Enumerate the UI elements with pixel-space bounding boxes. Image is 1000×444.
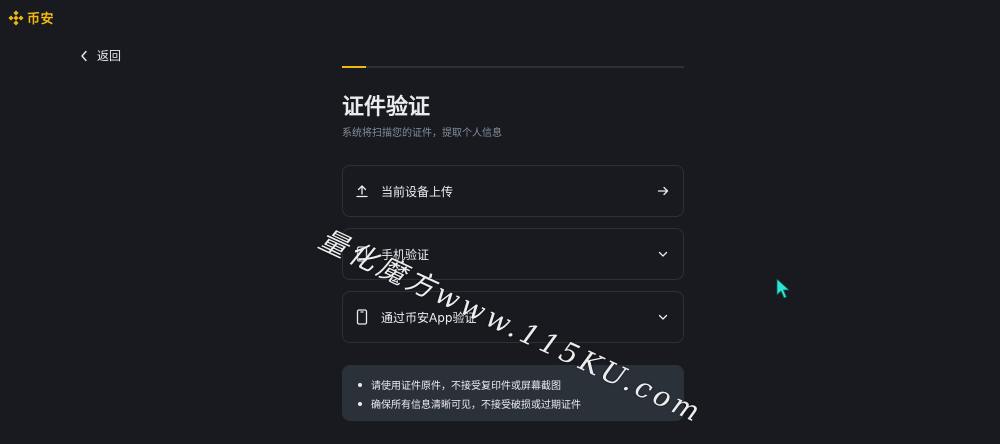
progress-bar [342, 66, 684, 68]
upload-icon [356, 185, 368, 198]
logo-text: 币安 [27, 12, 55, 27]
binance-logo-icon [8, 9, 24, 26]
arrow-right-icon [657, 186, 669, 196]
binance-logo[interactable]: 币安 [8, 8, 54, 27]
page-title: 证件验证 [342, 95, 431, 120]
chevron-left-icon [81, 50, 87, 61]
note-text: 确保所有信息清晰可见，不接受破损或过期证件 [371, 400, 581, 411]
bullet-icon [358, 382, 362, 387]
back-button[interactable]: 返回 [80, 47, 121, 64]
chevron-down-icon [658, 251, 668, 257]
chevron-down-icon [658, 314, 668, 320]
option-label: 通过币安App验证 [381, 310, 477, 325]
requirements-notes: 请使用证件原件，不接受复印件或屏幕截图 确保所有信息清晰可见，不接受破损或过期证… [342, 365, 684, 421]
phone-verification-option[interactable]: 手机验证 [342, 228, 684, 280]
option-label: 手机验证 [381, 247, 430, 262]
note-text: 请使用证件原件，不接受复印件或屏幕截图 [371, 381, 561, 392]
progress-fill [342, 66, 366, 68]
phone-icon [356, 246, 368, 262]
back-label: 返回 [97, 49, 122, 63]
page-subtitle: 系统将扫描您的证件，提取个人信息 [342, 128, 502, 139]
mouse-cursor-icon [776, 278, 790, 299]
note-item: 请使用证件原件，不接受复印件或屏幕截图 [358, 375, 670, 394]
phone-icon [356, 309, 368, 325]
note-item: 确保所有信息清晰可见，不接受破损或过期证件 [358, 394, 670, 413]
binance-app-verification-option[interactable]: 通过币安App验证 [342, 291, 684, 343]
upload-from-device-option[interactable]: 当前设备上传 [342, 165, 684, 217]
id-verification-page: 币安 返回 证件验证 系统将扫描您的证件，提取个人信息 当前设备上传 手机验证 [0, 0, 1000, 444]
bullet-icon [358, 401, 362, 406]
option-label: 当前设备上传 [381, 184, 454, 199]
